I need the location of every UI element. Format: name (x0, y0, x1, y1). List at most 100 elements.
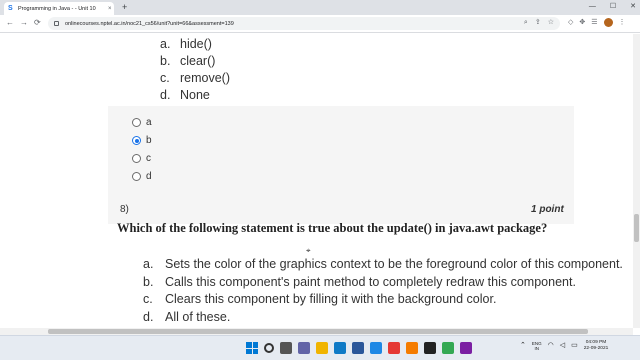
store-icon[interactable] (352, 342, 364, 354)
url-text: onlinecourses.nptel.ac.in/noc21_cs56/uni… (65, 20, 234, 27)
windows-taskbar: ⌃ ENG IN ◠ ◁ ▭ 04:09 PM 22-09-2021 (0, 335, 640, 360)
system-tray: ⌃ ENG IN ◠ ◁ ▭ 04:09 PM 22-09-2021 (520, 340, 608, 352)
option-letter: a. (143, 257, 154, 271)
option-item: c. remove() (160, 70, 230, 87)
bookmark-star-icon[interactable]: ☆ (548, 18, 554, 28)
edge-icon[interactable] (334, 342, 346, 354)
puzzle-icon[interactable]: ✥ (579, 18, 585, 28)
java-icon[interactable] (406, 342, 418, 354)
screen: S Programming in Java - - Unit 10 × + — … (0, 0, 640, 360)
vertical-scroll-thumb[interactable] (634, 214, 639, 242)
option-letter: c. (160, 71, 170, 85)
taskbar-apps (246, 342, 472, 354)
language-indicator[interactable]: ENG IN (532, 341, 542, 352)
chrome-icon[interactable] (442, 342, 454, 354)
media-icon[interactable] (460, 342, 472, 354)
task-view-icon[interactable] (280, 342, 292, 354)
answer-option-c[interactable]: c (132, 153, 151, 164)
wifi-icon[interactable]: ◠ (548, 342, 554, 350)
radio-button[interactable] (132, 118, 141, 127)
horizontal-scrollbar[interactable] (0, 328, 633, 335)
answer-label: a (146, 117, 152, 128)
close-window-button[interactable]: ✕ (630, 2, 636, 12)
mouse-cursor-icon: ⌖ (306, 246, 311, 255)
teams-chat-icon[interactable] (298, 342, 310, 354)
app-icon[interactable] (388, 342, 400, 354)
window-controls: — ☐ ✕ (589, 2, 636, 12)
tab-title: Programming in Java - - Unit 10 (18, 5, 96, 12)
browser-tab[interactable]: S Programming in Java - - Unit 10 × (4, 2, 114, 15)
option-item: a. Sets the color of the graphics contex… (143, 256, 623, 274)
option-text: Clears this component by filling it with… (165, 292, 497, 306)
question-number: 8) (120, 204, 129, 215)
option-letter: b. (143, 274, 154, 289)
option-item: c. Clears this component by filling it w… (143, 291, 623, 309)
option-letter: c. (143, 292, 153, 306)
option-item: b. clear() (160, 53, 230, 70)
option-text: None (180, 88, 210, 102)
tab-close-icon[interactable]: × (108, 6, 112, 12)
option-item: d. None (160, 87, 230, 104)
extension-icon[interactable]: ◇ (568, 18, 573, 28)
chevron-up-icon[interactable]: ⌃ (520, 342, 526, 350)
option-text: hide() (180, 37, 212, 51)
tab-strip: S Programming in Java - - Unit 10 × + — … (0, 0, 640, 15)
maximize-button[interactable]: ☐ (610, 2, 616, 12)
file-explorer-icon[interactable] (316, 342, 328, 354)
answer-label: c (146, 153, 151, 164)
answer-option-a[interactable]: a (132, 117, 152, 128)
option-text: clear() (180, 54, 216, 68)
option-text: All of these. (165, 309, 231, 324)
clock[interactable]: 04:09 PM 22-09-2021 (584, 340, 609, 352)
option-letter: d. (160, 88, 171, 102)
previous-question-options: a. hide() b. clear() c. remove() d. None (160, 36, 230, 104)
reload-button[interactable]: ⟳ (34, 18, 41, 28)
zoom-icon[interactable]: ⌕ (524, 18, 528, 28)
radio-button-selected[interactable] (132, 136, 141, 145)
vertical-scrollbar[interactable] (633, 34, 640, 328)
forward-button[interactable]: → (20, 18, 28, 28)
clock-date: 22-09-2021 (583, 346, 609, 351)
reading-list-icon[interactable]: ☰ (591, 18, 597, 28)
menu-icon[interactable]: ⋮ (619, 18, 626, 28)
answer-radio-group: a b c d (108, 106, 574, 224)
radio-button[interactable] (132, 154, 141, 163)
volume-icon[interactable]: ◁ (560, 342, 565, 350)
horizontal-scroll-thumb[interactable] (48, 329, 588, 334)
question-points: 1 point (531, 204, 564, 215)
search-icon[interactable] (264, 343, 274, 353)
option-letter: b. (160, 54, 171, 68)
answer-label: b (146, 135, 152, 146)
terminal-icon[interactable] (424, 342, 436, 354)
battery-icon[interactable]: ▭ (571, 342, 578, 350)
option-letter: a. (160, 37, 171, 51)
question-text: Which of the following statement is true… (117, 221, 548, 235)
radio-button[interactable] (132, 172, 141, 181)
answer-label: d (146, 171, 152, 182)
profile-avatar[interactable] (603, 18, 613, 27)
option-text: Calls this component's paint method to c… (165, 274, 576, 289)
option-letter: d. (143, 309, 154, 324)
page-content: a. hide() b. clear() c. remove() d. None (0, 34, 633, 328)
back-button[interactable]: ← (6, 18, 14, 28)
answer-option-b[interactable]: b (132, 135, 152, 146)
option-item: a. hide() (160, 36, 230, 53)
previous-question-card: a. hide() b. clear() c. remove() d. None (108, 34, 574, 106)
start-windows-icon[interactable] (246, 342, 258, 354)
option-item: b. Calls this component's paint method t… (143, 274, 623, 292)
swayam-favicon-icon: S (8, 5, 13, 12)
option-text: remove() (180, 71, 231, 85)
question-options: a. Sets the color of the graphics contex… (143, 256, 623, 326)
region-code: IN (534, 346, 540, 351)
omnibox-actions: ⌕ ⇪ ☆ (524, 18, 554, 28)
address-bar[interactable]: onlinecourses.nptel.ac.in/noc21_cs56/uni… (48, 17, 560, 30)
share-icon[interactable]: ⇪ (535, 18, 541, 28)
minimize-button[interactable]: — (589, 2, 596, 12)
word-icon[interactable] (370, 342, 382, 354)
new-tab-button[interactable]: + (122, 2, 127, 12)
toolbar-icons: ◇ ✥ ☰ ⋮ (568, 18, 626, 28)
answer-option-d[interactable]: d (132, 171, 152, 182)
option-item: d. All of these. (143, 309, 623, 327)
lock-icon (54, 21, 59, 26)
browser-toolbar: ← → ⟳ onlinecourses.nptel.ac.in/noc21_cs… (0, 15, 640, 33)
